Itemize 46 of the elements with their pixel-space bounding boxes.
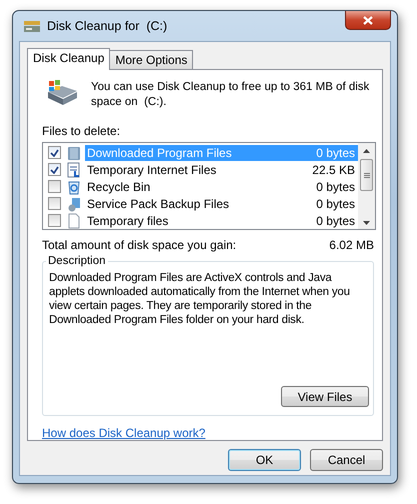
close-button[interactable] (345, 11, 391, 30)
file-row[interactable]: Temporary Internet Files 22.5 KB (85, 162, 358, 178)
total-label: Total amount of disk space you gain: (42, 238, 236, 252)
checkbox[interactable] (48, 197, 61, 210)
scroll-up-icon (363, 149, 370, 153)
description-text: Downloaded Program Files are ActiveX controls and Java applets downloaded automatically from the Internet when you view certain pages. They are temporarily stored in the Downloaded Program Files folder on your hard disk. (49, 271, 351, 327)
file-name: Recycle Bin (87, 180, 150, 194)
close-icon (363, 16, 373, 24)
dialog-button[interactable]: Cancel (310, 449, 383, 471)
description-title: Description (47, 255, 107, 267)
document-icon (66, 162, 82, 178)
grip-icon (364, 172, 370, 178)
intro-text: You can use Disk Cleanup to free up to 361 MB of disk space on (C:). (91, 80, 370, 110)
scroll-thumb[interactable] (360, 159, 373, 191)
window-title: Disk Cleanup for (C:) (47, 19, 168, 33)
file-row[interactable]: Service Pack Backup Files 0 bytes (85, 196, 358, 212)
checkbox[interactable] (48, 163, 61, 176)
checkbox[interactable] (48, 146, 61, 159)
tab[interactable]: Disk Cleanup (27, 48, 110, 70)
file-row[interactable]: Temporary files 0 bytes (85, 212, 358, 228)
view-files-button[interactable]: View Files (281, 386, 369, 407)
files-label: Files to delete: (42, 124, 122, 138)
file-name: Service Pack Backup Files (87, 196, 230, 210)
file-size: 0 bytes (316, 214, 355, 228)
scroll-down-icon (363, 221, 370, 225)
file-size: 0 bytes (316, 196, 355, 210)
file-name: Temporary files (87, 214, 168, 228)
file-size: 22.5 KB (312, 162, 355, 176)
recycle-bin-icon (66, 178, 82, 194)
package-icon (66, 196, 82, 212)
file-name: Temporary Internet Files (87, 162, 216, 176)
checkbox[interactable] (48, 180, 61, 193)
scrollbar[interactable] (358, 143, 375, 229)
drive-icon (45, 78, 79, 106)
blank-file-icon (66, 212, 82, 228)
folder-icon (66, 144, 82, 160)
file-size: 0 bytes (316, 180, 355, 194)
drive-icon (23, 19, 41, 33)
checkbox[interactable] (48, 214, 61, 227)
tab[interactable]: More Options (109, 50, 194, 69)
file-name: Downloaded Program Files (87, 146, 232, 160)
file-size: 0 bytes (316, 146, 355, 160)
total-value: 6.02 MB (329, 238, 374, 252)
dialog-button[interactable]: OK (228, 449, 301, 471)
help-link[interactable]: How does Disk Cleanup work? (42, 426, 206, 440)
file-row[interactable]: Recycle Bin 0 bytes (85, 178, 358, 194)
